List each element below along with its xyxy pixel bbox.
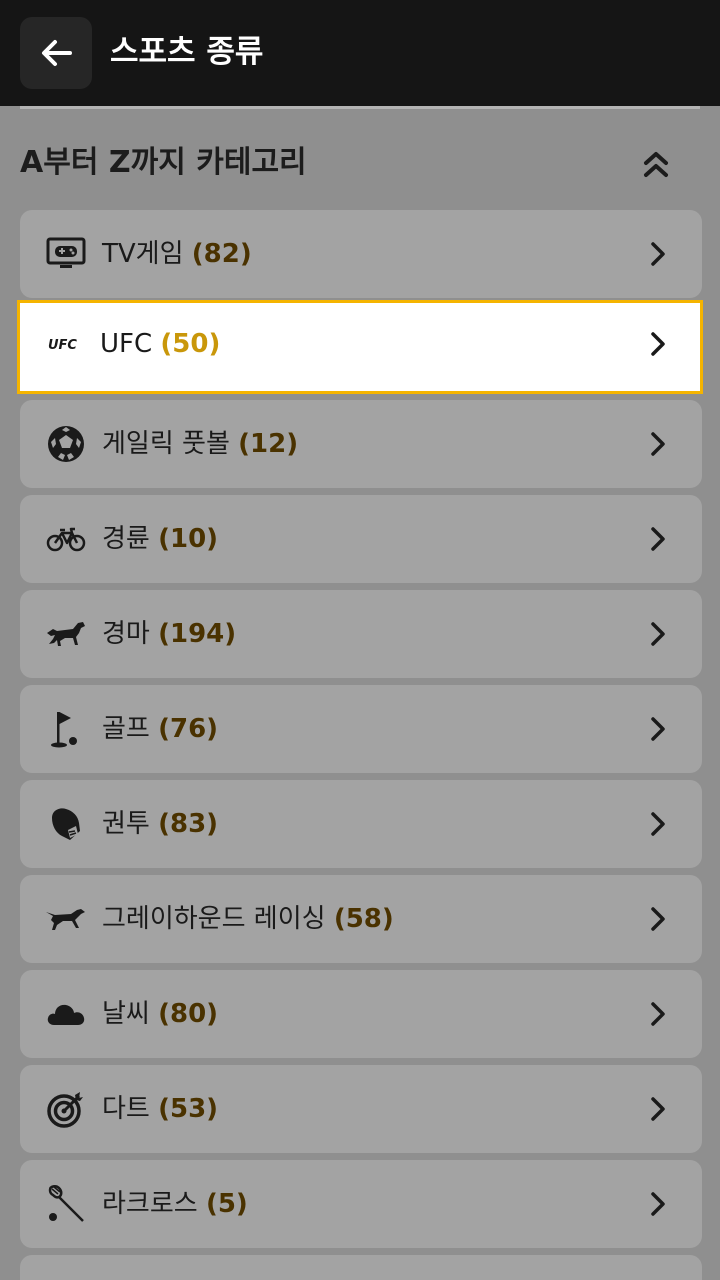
item-label: 골프 <box>102 714 150 744</box>
chevron-right-icon <box>651 622 665 646</box>
chevron-double-up-icon[interactable] <box>638 146 674 182</box>
soccer-ball-icon <box>44 422 88 466</box>
item-label: 날씨 <box>102 999 150 1029</box>
item-count: (194) <box>158 619 237 649</box>
item-count: (53) <box>158 1094 219 1124</box>
section-title: A부터 Z까지 카테고리 <box>20 145 307 180</box>
ufc-logo-icon: UFC <box>45 322 89 366</box>
list-item-weather[interactable]: 날씨 (80) <box>20 970 702 1058</box>
chevron-right-icon <box>651 812 665 836</box>
dart-target-icon <box>44 1087 88 1131</box>
list-item-horse-racing[interactable]: 경마 (194) <box>20 590 702 678</box>
greyhound-icon <box>44 897 88 941</box>
top-bar: 스포츠 종류 <box>0 0 720 106</box>
item-label: 경륜 <box>102 524 150 554</box>
list-item-ufc[interactable]: UFC UFC (50) <box>17 300 703 394</box>
svg-text:UFC: UFC <box>48 338 77 353</box>
item-label: 경마 <box>102 619 150 649</box>
item-label: 다트 <box>102 1094 150 1124</box>
item-count: (10) <box>158 524 219 554</box>
back-button[interactable] <box>20 17 92 89</box>
list-item-lacrosse[interactable]: 라크로스 (5) <box>20 1160 702 1248</box>
chevron-right-icon <box>651 1097 665 1121</box>
item-count: (12) <box>238 429 299 459</box>
gamepad-tv-icon <box>44 232 88 276</box>
boxing-glove-icon <box>44 802 88 846</box>
chevron-right-icon <box>651 332 665 356</box>
item-count: (58) <box>333 904 394 934</box>
item-label: 게일릭 풋볼 <box>102 429 230 459</box>
item-count: (83) <box>158 809 219 839</box>
header-divider <box>20 106 700 109</box>
chevron-right-icon <box>651 527 665 551</box>
chevron-right-icon <box>651 1002 665 1026</box>
horse-icon <box>44 612 88 656</box>
category-section-header[interactable]: A부터 Z까지 카테고리 <box>0 138 720 190</box>
lacrosse-stick-icon <box>44 1182 88 1226</box>
chevron-right-icon <box>651 1192 665 1216</box>
item-label: 권투 <box>102 809 150 839</box>
page-title: 스포츠 종류 <box>110 34 264 70</box>
item-label: TV게임 <box>102 239 184 269</box>
bicycle-icon <box>44 517 88 561</box>
chevron-right-icon <box>651 717 665 741</box>
chevron-right-icon <box>651 242 665 266</box>
item-label: 라크로스 <box>102 1189 198 1219</box>
chevron-right-icon <box>651 907 665 931</box>
chevron-right-icon <box>651 432 665 456</box>
list-item-partial[interactable] <box>20 1255 702 1280</box>
item-count: (76) <box>158 714 219 744</box>
list-item-greyhound-racing[interactable]: 그레이하운드 레이싱 (58) <box>20 875 702 963</box>
list-item-golf[interactable]: 골프 (76) <box>20 685 702 773</box>
list-item-gaelic-football[interactable]: 게일릭 풋볼 (12) <box>20 400 702 488</box>
item-count: (80) <box>158 999 219 1029</box>
list-item-boxing[interactable]: 권투 (83) <box>20 780 702 868</box>
item-count: (50) <box>160 329 221 359</box>
item-label: UFC <box>100 329 153 359</box>
list-item-darts[interactable]: 다트 (53) <box>20 1065 702 1153</box>
arrow-left-icon <box>42 40 72 66</box>
list-item-cycling[interactable]: 경륜 (10) <box>20 495 702 583</box>
item-label: 그레이하운드 레이싱 <box>102 904 326 934</box>
golf-flag-icon <box>44 707 88 751</box>
cloud-icon <box>44 992 88 1036</box>
list-item-tv-games[interactable]: TV게임 (82) <box>20 210 702 298</box>
item-count: (82) <box>191 239 252 269</box>
item-count: (5) <box>205 1189 248 1219</box>
